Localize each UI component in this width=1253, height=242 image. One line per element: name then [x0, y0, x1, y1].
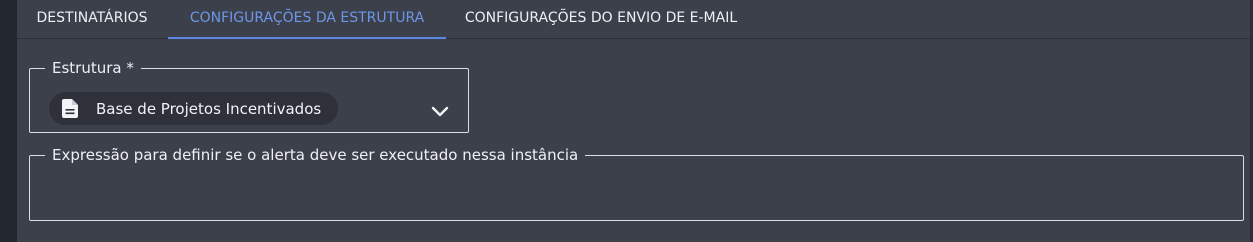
- document-icon: [62, 99, 78, 118]
- active-tab-indicator: [168, 37, 446, 39]
- expression-input[interactable]: [30, 169, 1243, 223]
- structure-field-label: Estrutura *: [52, 59, 134, 77]
- tab-destinatarios[interactable]: DESTINATÁRIOS: [17, 0, 167, 38]
- selected-structure-label: Base de Projetos Incentivados: [96, 99, 322, 118]
- tab-configuracoes-estrutura[interactable]: CONFIGURAÇÕES DA ESTRUTURA: [168, 0, 446, 38]
- expression-field[interactable]: Expressão para definir se o alerta deve …: [29, 147, 1244, 221]
- chevron-down-icon[interactable]: [431, 106, 449, 118]
- structure-field[interactable]: Estrutura * Base de Projetos Incentivado…: [29, 60, 469, 133]
- tab-configuracoes-envio-email[interactable]: CONFIGURAÇÕES DO ENVIO DE E-MAIL: [446, 0, 756, 38]
- expression-field-label: Expressão para definir se o alerta deve …: [52, 146, 579, 164]
- tab-bar: DESTINATÁRIOS CONFIGURAÇÕES DA ESTRUTURA…: [17, 0, 1250, 39]
- selected-structure-chip[interactable]: Base de Projetos Incentivados: [49, 92, 339, 125]
- left-panel-edge: [0, 0, 17, 242]
